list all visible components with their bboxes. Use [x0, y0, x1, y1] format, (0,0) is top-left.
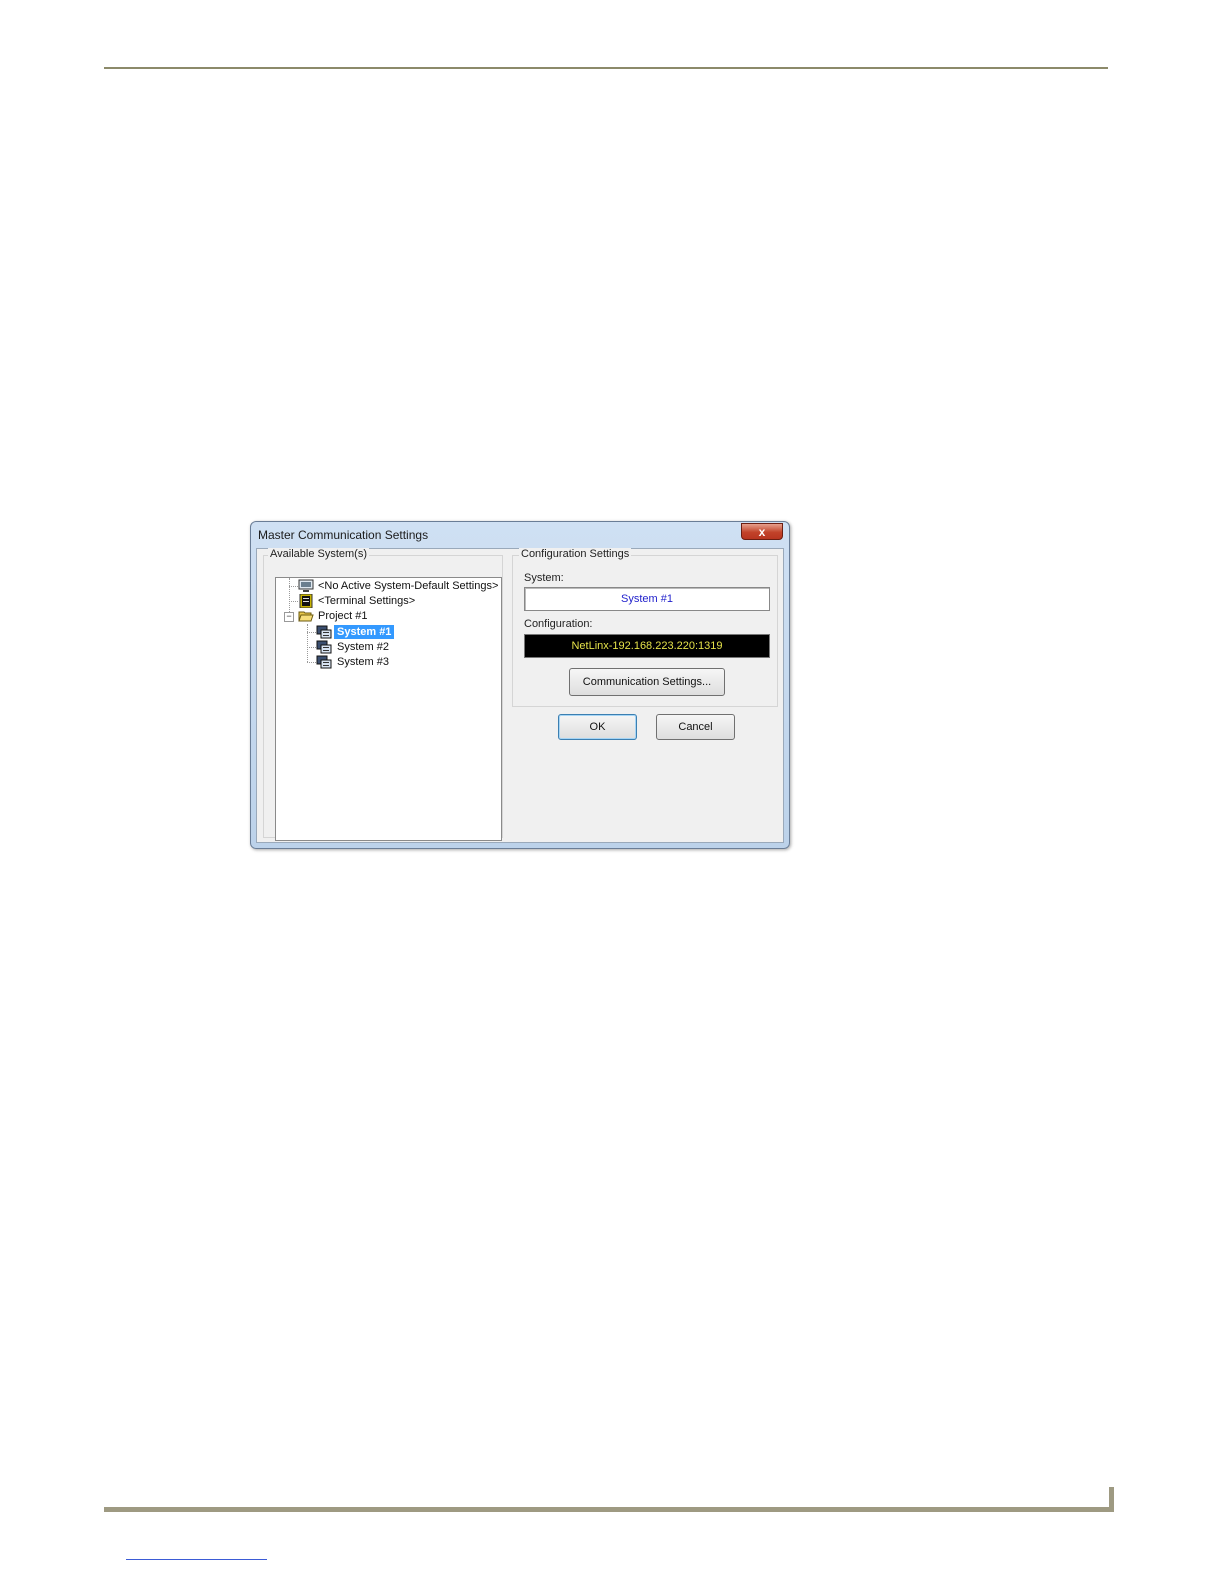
- configuration-field[interactable]: NetLinx-192.168.223.220:1319: [524, 634, 770, 658]
- monitor-icon: [298, 579, 314, 592]
- system-icon: [316, 625, 332, 639]
- footer-link-underline[interactable]: [126, 1559, 267, 1560]
- tree-connector: [307, 662, 316, 663]
- tree-connector: [307, 647, 316, 648]
- tree-connector: [307, 632, 316, 633]
- page-bottom-rule: [104, 1507, 1114, 1512]
- tree-item-label: System #2: [337, 641, 389, 653]
- communication-settings-button[interactable]: Communication Settings...: [569, 668, 725, 696]
- tree-item-label: Project #1: [318, 610, 368, 622]
- close-button[interactable]: x: [741, 523, 783, 540]
- dialog-title: Master Communication Settings: [258, 528, 429, 542]
- tree-connector: [289, 601, 298, 602]
- configuration-settings-label: Configuration Settings: [519, 548, 632, 560]
- master-communication-settings-dialog: Master Communication Settings x Availabl…: [250, 521, 790, 849]
- cancel-button[interactable]: Cancel: [656, 714, 735, 740]
- dialog-client-area: Available System(s) <No Active System-De…: [256, 548, 784, 843]
- system-field[interactable]: System #1: [524, 587, 770, 611]
- tree-item-label: <Terminal Settings>: [318, 595, 416, 607]
- tree-item-label: <No Active System-Default Settings>: [318, 580, 499, 592]
- tree-item-label: System #1: [334, 625, 395, 639]
- configuration-field-label: Configuration:: [524, 618, 593, 630]
- page-top-rule: [104, 67, 1108, 69]
- system-icon: [316, 640, 332, 654]
- available-systems-label: Available System(s): [268, 548, 369, 560]
- system-icon: [316, 655, 332, 669]
- system-field-label: System:: [524, 572, 564, 584]
- collapse-toggle[interactable]: −: [284, 612, 294, 622]
- systems-tree[interactable]: <No Active System-Default Settings> <Ter…: [275, 577, 502, 841]
- tree-connector: [289, 586, 298, 587]
- folder-open-icon: [298, 611, 314, 622]
- close-icon: x: [758, 525, 766, 539]
- tree-item-label: System #3: [337, 656, 389, 668]
- configuration-settings-group: Configuration Settings System: System #1…: [512, 548, 778, 707]
- available-systems-group: Available System(s) <No Active System-De…: [263, 548, 503, 841]
- tree-connector: [307, 624, 308, 662]
- terminal-icon: [299, 594, 313, 608]
- ok-button[interactable]: OK: [558, 714, 637, 740]
